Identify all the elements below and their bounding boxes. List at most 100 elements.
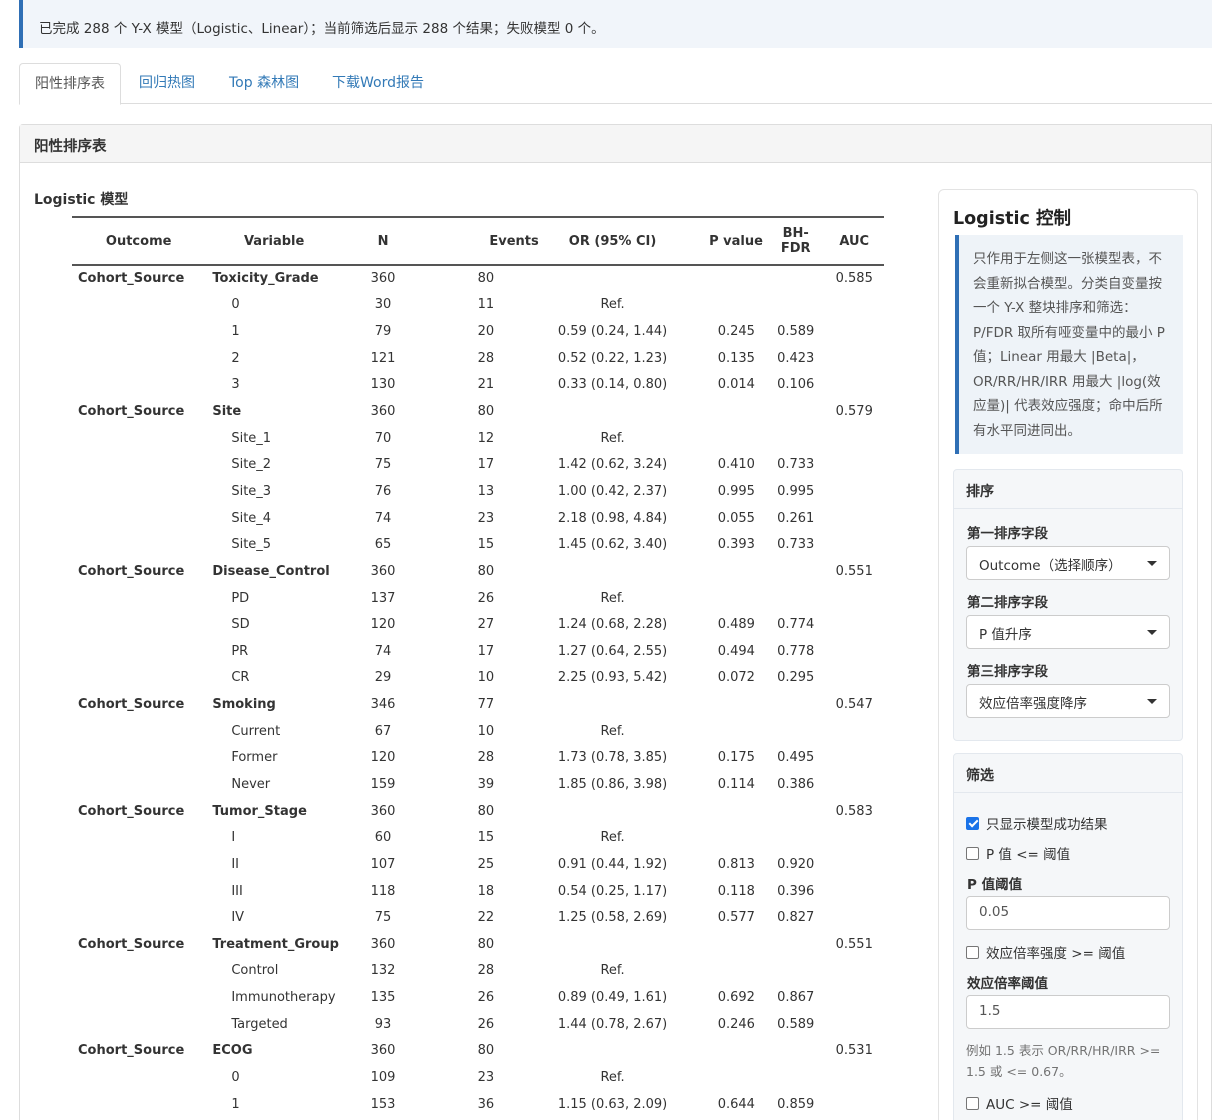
checkbox-unchecked-icon[interactable] <box>966 846 979 860</box>
sort-field-1-select[interactable]: Outcome（选择顺序） <box>966 546 1170 580</box>
cell-auc <box>824 531 884 558</box>
cell-outcome: Cohort_Source <box>78 803 185 819</box>
checkbox-checked-icon[interactable] <box>966 816 979 830</box>
cell-events: 23 <box>477 1070 495 1086</box>
col-p-value[interactable]: P value <box>676 216 767 266</box>
cell-or-ci: 0.33 (0.14, 0.80) <box>557 377 668 393</box>
cell-bh-fdr: 0.589 <box>777 1016 815 1032</box>
table-row: PR 74 17 1.27 (0.64, 2.55) 0.494 0.778 <box>72 638 884 665</box>
cell-p-value: 0.393 <box>717 537 755 553</box>
only-success-checkbox[interactable]: 只显示模型成功结果 <box>966 813 1108 833</box>
cell-or-ci: 1.00 (0.42, 2.37) <box>557 483 668 499</box>
cell-bh-fdr: 0.733 <box>777 537 815 553</box>
p-threshold-input[interactable]: 0.05 <box>966 896 1170 930</box>
col-auc[interactable]: AUC <box>824 216 884 266</box>
tab-regression-heatmap[interactable]: 回归热图 <box>124 63 210 104</box>
cell-n: 153 <box>370 1096 396 1112</box>
col-outcome[interactable]: Outcome <box>72 216 206 266</box>
cell-variable: 0 <box>231 1070 240 1086</box>
cell-p-value <box>676 425 767 452</box>
cell-events: 28 <box>477 750 495 766</box>
status-notice: 已完成 288 个 Y-X 模型（Logistic、Linear）；当前筛选后显… <box>19 0 1212 48</box>
chevron-down-icon <box>1147 699 1157 704</box>
cell-auc <box>824 851 884 878</box>
checkbox-unchecked-icon[interactable] <box>966 945 979 959</box>
checkbox-unchecked-icon[interactable] <box>966 1096 979 1110</box>
table-row: Site_4 74 23 2.18 (0.98, 4.84) 0.055 0.261 <box>72 505 884 532</box>
sort-field-3-select[interactable]: 效应倍率强度降序 <box>966 684 1170 718</box>
cell-bh-fdr: 0.867 <box>777 990 815 1006</box>
cell-events: 12 <box>477 430 495 446</box>
cell-p-value: 0.055 <box>717 510 755 526</box>
cell-p-value <box>676 1038 767 1065</box>
cell-p-value: 0.995 <box>717 483 755 499</box>
cell-outcome <box>72 372 205 399</box>
cell-or-ci: 1.15 (0.63, 2.09) <box>557 1096 668 1112</box>
tab-top-forest-plot[interactable]: Top 森林图 <box>214 63 314 104</box>
cell-n: 360 <box>370 563 396 579</box>
tab-positive-ranking[interactable]: 阳性排序表 <box>19 63 121 105</box>
cell-p-value <box>676 691 767 718</box>
cell-outcome <box>72 318 205 345</box>
cell-n: 120 <box>370 617 396 633</box>
table-row: Site_5 65 15 1.45 (0.62, 3.40) 0.393 0.733 <box>72 531 884 558</box>
col-variable[interactable]: Variable <box>205 216 343 266</box>
cell-n: 360 <box>370 803 396 819</box>
cell-variable: Site_4 <box>231 510 272 526</box>
cell-or-ci: 0.52 (0.22, 1.23) <box>557 350 668 366</box>
col-n[interactable]: N <box>342 216 424 266</box>
filter-title: 筛选 <box>954 754 1182 793</box>
cell-auc <box>824 718 884 745</box>
cell-events: 15 <box>477 830 495 846</box>
cell-events: 13 <box>477 483 495 499</box>
cell-auc <box>824 425 884 452</box>
cell-events: 36 <box>477 1096 495 1112</box>
cell-n: 121 <box>370 350 396 366</box>
cell-bh-fdr: 0.827 <box>777 910 815 926</box>
table-group-row: Cohort_Source Treatment_Group 360 80 0.551 <box>72 931 884 958</box>
cell-p-value <box>676 398 767 425</box>
sort-field-2-select[interactable]: P 值升序 <box>966 615 1170 649</box>
tab-download-word-report[interactable]: 下载Word报告 <box>317 63 439 104</box>
cell-bh-fdr <box>767 265 825 292</box>
cell-or-ci: Ref. <box>600 830 625 846</box>
cell-auc <box>824 824 884 851</box>
control-panel-note: 只作用于左侧这一张模型表，不会重新拟合模型。分类自变量按一个 Y-X 整块排序和… <box>955 235 1183 454</box>
cell-auc: 0.583 <box>835 803 873 819</box>
effect-filter-checkbox[interactable]: 效应倍率强度 >= 阈值 <box>966 942 1125 962</box>
cell-p-value: 0.118 <box>717 883 755 899</box>
col-events[interactable]: Events <box>423 216 549 266</box>
cell-auc: 0.547 <box>835 697 873 713</box>
cell-outcome <box>72 984 205 1011</box>
cell-or-ci: Ref. <box>600 297 625 313</box>
cell-or-ci: Ref. <box>600 1070 625 1086</box>
cell-p-value <box>676 1064 767 1091</box>
cell-or-ci: 0.54 (0.25, 1.17) <box>557 883 668 899</box>
cell-bh-fdr: 0.733 <box>777 457 815 473</box>
cell-events: 80 <box>477 563 495 579</box>
cell-auc: 0.551 <box>835 936 873 952</box>
cell-bh-fdr: 0.386 <box>777 776 815 792</box>
cell-auc <box>824 372 884 399</box>
cell-p-value <box>676 958 767 985</box>
cell-bh-fdr: 0.495 <box>777 750 815 766</box>
cell-bh-fdr: 0.778 <box>777 643 815 659</box>
p-filter-checkbox[interactable]: P 值 <= 阈值 <box>966 843 1070 863</box>
auc-filter-checkbox[interactable]: AUC >= 阈值 <box>966 1093 1073 1113</box>
cell-outcome: Cohort_Source <box>78 1043 185 1059</box>
cell-variable: ECOG <box>212 1043 253 1059</box>
col-bh-fdr[interactable]: BH- FDR <box>766 216 825 266</box>
cell-auc: 0.579 <box>835 404 873 420</box>
cell-outcome <box>72 1064 205 1091</box>
col-or-ci[interactable]: OR (95% CI) <box>548 216 677 266</box>
cell-or-ci: Ref. <box>600 723 625 739</box>
sort-field-3-value: 效应倍率强度降序 <box>979 696 1087 712</box>
p-threshold-label: P 值阈值 <box>967 877 1023 893</box>
cell-bh-fdr: 0.423 <box>777 350 815 366</box>
cell-outcome <box>72 505 205 532</box>
effect-threshold-input[interactable]: 1.5 <box>966 995 1170 1029</box>
table-row: Immunotherapy 135 26 0.89 (0.49, 1.61) 0.692… <box>72 984 884 1011</box>
cell-auc <box>824 1011 884 1038</box>
cell-n: 76 <box>374 483 392 499</box>
cell-or-ci: Ref. <box>600 430 625 446</box>
